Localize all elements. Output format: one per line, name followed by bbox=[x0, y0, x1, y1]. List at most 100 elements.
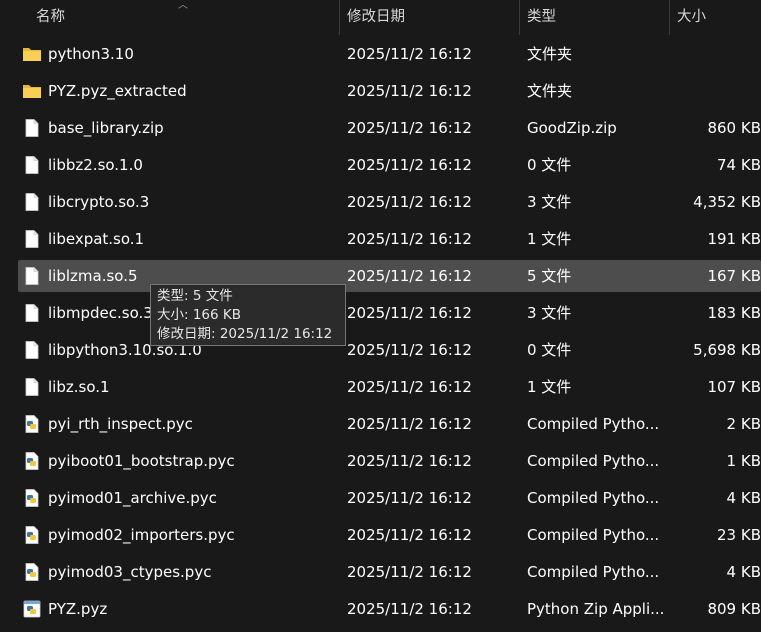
file-name: pyi_rth_inspect.pyc bbox=[48, 415, 193, 433]
file-date: 2025/11/2 16:12 bbox=[347, 156, 472, 174]
file-row[interactable]: libcrypto.so.3 2025/11/2 16:12 3 文件 4,352 K… bbox=[18, 186, 761, 218]
file-type: 文件夹 bbox=[527, 45, 573, 63]
file-icon bbox=[22, 267, 42, 285]
python-file-icon bbox=[22, 415, 42, 433]
file-size: 809 KB bbox=[707, 600, 761, 618]
file-icon bbox=[22, 341, 42, 359]
file-row[interactable]: python3.10 2025/11/2 16:12 文件夹 bbox=[18, 38, 761, 70]
file-row[interactable]: libbz2.so.1.0 2025/11/2 16:12 0 文件 74 KB bbox=[18, 149, 761, 181]
column-divider[interactable] bbox=[339, 0, 340, 35]
tooltip-type: 类型: 5 文件 bbox=[157, 288, 233, 304]
file-type: 1 文件 bbox=[527, 378, 572, 396]
file-date: 2025/11/2 16:12 bbox=[347, 600, 472, 618]
column-header-date[interactable]: 修改日期 bbox=[347, 0, 405, 35]
file-name: python3.10 bbox=[48, 45, 134, 63]
file-row[interactable]: PYZ.pyz_extracted 2025/11/2 16:12 文件夹 bbox=[18, 75, 761, 107]
file-icon bbox=[22, 230, 42, 248]
file-name: pyimod01_archive.pyc bbox=[48, 489, 217, 507]
file-row[interactable]: pyimod02_importers.pyc 2025/11/2 16:12 Com… bbox=[18, 519, 761, 551]
file-type: 5 文件 bbox=[527, 267, 572, 285]
file-row[interactable]: pyimod01_archive.pyc 2025/11/2 16:12 Compi… bbox=[18, 482, 761, 514]
file-size: 74 KB bbox=[717, 156, 761, 174]
file-type: 0 文件 bbox=[527, 341, 572, 359]
file-name: libexpat.so.1 bbox=[48, 230, 145, 248]
file-icon bbox=[22, 156, 42, 174]
python-file-icon bbox=[22, 452, 42, 470]
file-name: libz.so.1 bbox=[48, 378, 110, 396]
file-size: 1 KB bbox=[726, 452, 761, 470]
file-date: 2025/11/2 16:12 bbox=[347, 489, 472, 507]
file-name: pyimod03_ctypes.pyc bbox=[48, 563, 212, 581]
file-date: 2025/11/2 16:12 bbox=[347, 119, 472, 137]
file-size: 5,698 KB bbox=[693, 341, 761, 359]
file-type: Compiled Pytho... bbox=[527, 489, 660, 507]
file-icon bbox=[22, 378, 42, 396]
file-date: 2025/11/2 16:12 bbox=[347, 193, 472, 211]
file-name: pyiboot01_bootstrap.pyc bbox=[48, 452, 235, 470]
file-date: 2025/11/2 16:12 bbox=[347, 304, 472, 322]
file-date: 2025/11/2 16:12 bbox=[347, 45, 472, 63]
file-name: libcrypto.so.3 bbox=[48, 193, 150, 211]
file-icon bbox=[22, 304, 42, 322]
file-tooltip: 类型: 5 文件 大小: 166 KB 修改日期: 2025/11/2 16:1… bbox=[150, 284, 346, 346]
file-row[interactable]: base_library.zip 2025/11/2 16:12 GoodZip.z… bbox=[18, 112, 761, 144]
column-header-size[interactable]: 大小 bbox=[677, 0, 706, 35]
column-header-name[interactable]: 名称 bbox=[36, 0, 65, 35]
file-row[interactable]: liblzma.so.5 2025/11/2 16:12 5 文件 167 KB bbox=[18, 260, 761, 292]
python-file-icon bbox=[22, 563, 42, 581]
python-file-icon bbox=[22, 526, 42, 544]
file-row[interactable]: libz.so.1 2025/11/2 16:12 1 文件 107 KB bbox=[18, 371, 761, 403]
file-date: 2025/11/2 16:12 bbox=[347, 526, 472, 544]
file-type: GoodZip.zip bbox=[527, 119, 617, 137]
file-name: PYZ.pyz bbox=[48, 600, 108, 618]
file-date: 2025/11/2 16:12 bbox=[347, 452, 472, 470]
file-size: 107 KB bbox=[707, 378, 761, 396]
python-zip-icon bbox=[22, 600, 42, 618]
file-size: 860 KB bbox=[707, 119, 761, 137]
file-name: libbz2.so.1.0 bbox=[48, 156, 143, 174]
column-divider[interactable] bbox=[519, 0, 520, 35]
sort-ascending-icon: ︿ bbox=[178, 0, 188, 11]
folder-icon bbox=[22, 45, 42, 63]
file-size: 2 KB bbox=[726, 415, 761, 433]
file-icon bbox=[22, 193, 42, 211]
column-header-type[interactable]: 类型 bbox=[527, 0, 556, 35]
file-icon bbox=[22, 119, 42, 137]
file-date: 2025/11/2 16:12 bbox=[347, 230, 472, 248]
file-row[interactable]: pyi_rth_inspect.pyc 2025/11/2 16:12 Compil… bbox=[18, 408, 761, 440]
file-row[interactable]: libmpdec.so.3 2025/11/2 16:12 3 文件 183 KB bbox=[18, 297, 761, 329]
file-date: 2025/11/2 16:12 bbox=[347, 82, 472, 100]
python-file-icon bbox=[22, 489, 42, 507]
file-size: 23 KB bbox=[717, 526, 761, 544]
file-type: 3 文件 bbox=[527, 193, 572, 211]
file-date: 2025/11/2 16:12 bbox=[347, 378, 472, 396]
file-row[interactable]: libpython3.10.so.1.0 2025/11/2 16:12 0 文件 5… bbox=[18, 334, 761, 366]
file-row[interactable]: libexpat.so.1 2025/11/2 16:12 1 文件 191 KB bbox=[18, 223, 761, 255]
column-header-bar: 名称 ︿ 修改日期 类型 大小 bbox=[0, 0, 761, 35]
file-type: 1 文件 bbox=[527, 230, 572, 248]
file-type: Compiled Pytho... bbox=[527, 563, 660, 581]
file-date: 2025/11/2 16:12 bbox=[347, 267, 472, 285]
file-type: Compiled Pytho... bbox=[527, 526, 660, 544]
file-name: base_library.zip bbox=[48, 119, 164, 137]
file-date: 2025/11/2 16:12 bbox=[347, 563, 472, 581]
file-size: 4,352 KB bbox=[693, 193, 761, 211]
file-size: 183 KB bbox=[707, 304, 761, 322]
file-name: PYZ.pyz_extracted bbox=[48, 82, 187, 100]
file-type: Compiled Pytho... bbox=[527, 415, 660, 433]
tooltip-date: 修改日期: 2025/11/2 16:12 bbox=[157, 326, 333, 342]
file-date: 2025/11/2 16:12 bbox=[347, 415, 472, 433]
folder-icon bbox=[22, 82, 42, 100]
file-size: 4 KB bbox=[726, 563, 761, 581]
file-size: 167 KB bbox=[707, 267, 761, 285]
file-row[interactable]: pyiboot01_bootstrap.pyc 2025/11/2 16:12 Co… bbox=[18, 445, 761, 477]
column-divider[interactable] bbox=[669, 0, 670, 35]
file-type: 0 文件 bbox=[527, 156, 572, 174]
file-row[interactable]: PYZ.pyz 2025/11/2 16:12 Python Zip Appli..… bbox=[18, 593, 761, 625]
file-type: Compiled Pytho... bbox=[527, 452, 660, 470]
file-size: 191 KB bbox=[707, 230, 761, 248]
file-date: 2025/11/2 16:12 bbox=[347, 341, 472, 359]
file-size: 4 KB bbox=[726, 489, 761, 507]
file-row[interactable]: pyimod03_ctypes.pyc 2025/11/2 16:12 Compil… bbox=[18, 556, 761, 588]
file-type: 文件夹 bbox=[527, 82, 573, 100]
